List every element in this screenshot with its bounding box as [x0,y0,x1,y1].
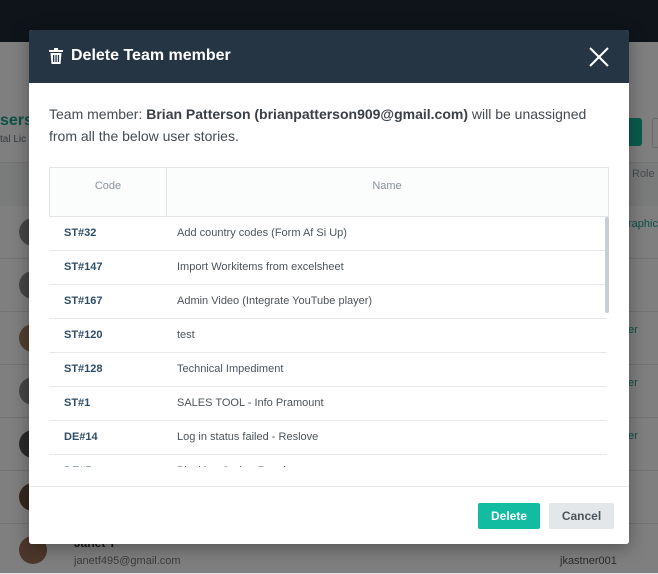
user-stories-table: Code Name ST#32 Add country codes (Form … [49,167,609,467]
table-scrollbar[interactable] [605,217,609,313]
story-name: test [177,329,195,341]
member-identity: Brian Patterson (brianpatterson909@gmail… [146,106,468,122]
delete-button[interactable]: Delete [478,503,540,529]
table-header: Code Name [49,167,609,217]
table-row: ST#1 SALES TOOL - Info Pramount [49,387,607,421]
table-row: ST#147 Import Workitems from excelsheet [49,251,607,285]
story-code: ST#167 [64,295,103,307]
story-code: ST#128 [64,363,103,375]
delete-team-member-dialog: Delete Team member Team member: Brian Pa… [29,30,629,544]
story-code: DE#5 [64,455,92,467]
story-code: ST#120 [64,329,103,341]
story-name: Admin Video (Integrate YouTube player) [177,295,373,307]
table-row: ST#128 Technical Impediment [49,353,607,387]
table-row: ST#167 Admin Video (Integrate YouTube pl… [49,285,607,319]
table-row: DE#14 Log in status failed - Reslove [49,421,607,455]
message-prefix: Team member: [49,106,147,122]
dialog-title: Delete Team member [71,47,231,64]
story-name: Log in status failed - Reslove [177,431,319,443]
story-code: ST#32 [64,227,97,239]
table-row: DE#5 Blocking Code - Resolve [49,455,607,467]
story-name: Add country codes (Form Af Si Up) [177,227,347,239]
story-code: DE#14 [64,431,98,443]
dialog-header: Delete Team member [29,30,629,83]
story-name: Technical Impediment [177,363,284,375]
table-row: ST#120 test [49,319,607,353]
story-code: ST#147 [64,261,103,273]
confirmation-message: Team member: Brian Patterson (brianpatte… [49,103,609,147]
story-name: SALES TOOL - Info Pramount [177,397,324,409]
story-code: ST#1 [64,397,91,409]
story-name: Blocking Code - Resolve [177,455,297,467]
story-name: Import Workitems from excelsheet [177,261,344,273]
table-row: ST#32 Add country codes (Form Af Si Up) [49,217,607,251]
trash-icon [49,48,63,64]
column-header-name: Name [372,180,402,192]
dialog-footer: Delete Cancel [29,486,629,544]
close-icon[interactable] [587,45,611,69]
table-body[interactable]: ST#32 Add country codes (Form Af Si Up) … [49,217,609,467]
column-header-code: Code [50,168,167,216]
cancel-button[interactable]: Cancel [549,503,614,529]
